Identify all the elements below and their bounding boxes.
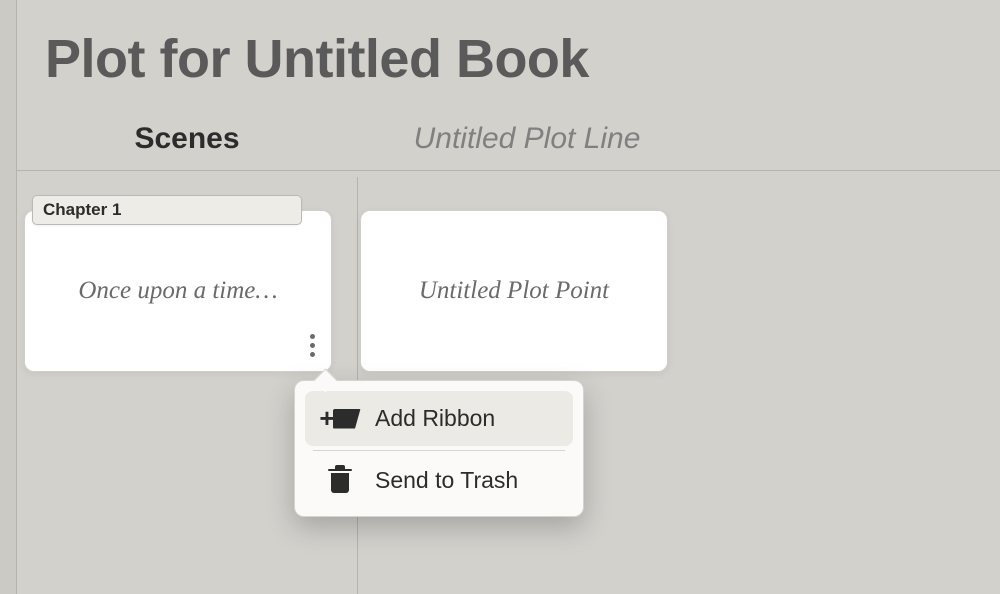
add-ribbon-icon: + bbox=[319, 403, 361, 434]
menu-item-label: Send to Trash bbox=[375, 467, 518, 494]
scene-card[interactable]: Once upon a time… bbox=[24, 210, 332, 372]
scene-card-text: Once upon a time… bbox=[78, 277, 277, 305]
chapter-label[interactable]: Chapter 1 bbox=[32, 195, 302, 225]
menu-separator bbox=[313, 450, 565, 451]
column-header-plotline[interactable]: Untitled Plot Line bbox=[357, 114, 697, 170]
column-header-scenes[interactable]: Scenes bbox=[17, 114, 357, 170]
columns-header: Scenes Untitled Plot Line bbox=[17, 114, 1000, 171]
trash-icon bbox=[319, 469, 361, 493]
plot-point-card-text: Untitled Plot Point bbox=[419, 277, 609, 305]
menu-item-add-ribbon[interactable]: + Add Ribbon bbox=[305, 391, 573, 446]
context-menu: + Add Ribbon Send to Trash bbox=[294, 380, 584, 517]
plot-point-card[interactable]: Untitled Plot Point bbox=[360, 210, 668, 372]
menu-item-label: Add Ribbon bbox=[375, 405, 495, 432]
page-title: Plot for Untitled Book bbox=[17, 0, 1000, 90]
menu-item-send-to-trash[interactable]: Send to Trash bbox=[305, 455, 573, 506]
more-options-icon[interactable] bbox=[306, 330, 319, 361]
